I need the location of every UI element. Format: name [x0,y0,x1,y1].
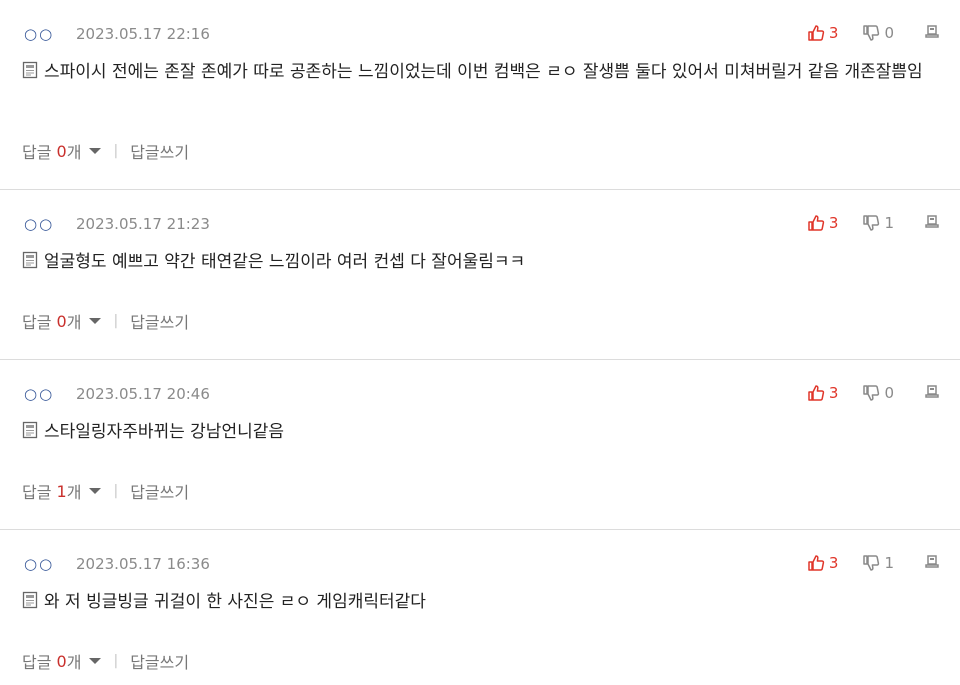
comment-author: ○○ [24,215,55,233]
thumbs-up-icon [807,554,825,572]
comment-meta: ○○ 2023.05.17 21:23 [24,214,210,234]
reply-unit: 개 [66,143,82,162]
report-button[interactable] [924,553,940,573]
dislike-button[interactable]: 0 [862,24,894,42]
write-reply-button[interactable]: 답글쓰기 [130,139,189,163]
reply-toggle[interactable]: 답글 0개 [22,649,102,673]
reply-unit: 개 [66,483,82,502]
report-icon [924,383,940,403]
comment-actions: 3 1 [807,212,940,234]
comment-meta: ○○ 2023.05.17 16:36 [24,554,210,574]
comment-text: 스타일링자주바뀌는 강남언니같음 [44,422,285,442]
like-button[interactable]: 3 [807,384,839,402]
comment-body: 스타일링자주바뀌는 강남언니같음 [22,418,940,448]
comment-footer: 답글 0개 | 답글쓰기 [22,139,189,163]
document-icon [22,250,38,278]
separator: | [113,483,119,499]
caret-down-icon [89,658,102,664]
dislike-button[interactable]: 0 [862,384,894,402]
report-icon [924,553,940,573]
comment-date: 2023.05.17 16:36 [76,555,210,573]
reply-toggle[interactable]: 답글 0개 [22,309,102,333]
report-icon [924,23,940,43]
like-count: 3 [828,214,839,232]
reply-unit: 개 [66,653,82,672]
report-button[interactable] [924,23,940,43]
comment-item: ○○ 2023.05.17 20:46 3 0 스타일링자주바뀌는 강남언니같음 [0,360,960,530]
thumbs-down-icon [862,214,880,232]
dislike-count: 0 [884,384,894,402]
comment-meta: ○○ 2023.05.17 20:46 [24,384,210,404]
comment-list: ○○ 2023.05.17 22:16 3 0 스파이시 전에는 존잘 존예가 … [0,0,960,685]
reply-count: 1 [56,481,67,501]
like-count: 3 [828,554,839,572]
comment-body: 스파이시 전에는 존잘 존예가 따로 공존하는 느낌이었는데 이번 컴백은 ㄹㅇ… [22,58,937,88]
separator: | [113,653,119,669]
reply-count: 0 [56,651,67,671]
thumbs-up-icon [807,214,825,232]
thumbs-down-icon [862,554,880,572]
comment-meta: ○○ 2023.05.17 22:16 [24,24,210,44]
thumbs-up-icon [807,24,825,42]
comment-date: 2023.05.17 21:23 [76,215,210,233]
comment-author: ○○ [24,555,55,573]
reply-count: 0 [56,311,67,331]
comment-item: ○○ 2023.05.17 21:23 3 1 얼굴형도 예쁘고 약간 태연같은… [0,190,960,360]
document-icon [22,60,38,88]
reply-unit: 개 [66,313,82,332]
separator: | [113,143,119,159]
comment-date: 2023.05.17 20:46 [76,385,210,403]
reply-count: 0 [56,141,67,161]
comment-item: ○○ 2023.05.17 16:36 3 1 와 저 빙글빙글 귀걸이 한 사… [0,530,960,685]
comment-actions: 3 1 [807,552,940,574]
like-count: 3 [828,384,839,402]
comment-actions: 3 0 [807,22,940,44]
comment-text: 얼굴형도 예쁘고 약간 태연같은 느낌이라 여러 컨셉 다 잘어울림ㅋㅋ [44,252,526,272]
thumbs-down-icon [862,24,880,42]
like-button[interactable]: 3 [807,554,839,572]
document-icon [22,590,38,618]
caret-down-icon [89,488,102,494]
dislike-count: 1 [884,554,894,572]
dislike-button[interactable]: 1 [862,554,894,572]
document-icon [22,420,38,448]
like-count: 3 [828,24,839,42]
comment-author: ○○ [24,385,55,403]
report-button[interactable] [924,383,940,403]
caret-down-icon [89,318,102,324]
comment-author: ○○ [24,25,55,43]
dislike-count: 1 [884,214,894,232]
like-button[interactable]: 3 [807,24,839,42]
comment-body: 얼굴형도 예쁘고 약간 태연같은 느낌이라 여러 컨셉 다 잘어울림ㅋㅋ [22,248,940,278]
caret-down-icon [89,148,102,154]
comment-footer: 답글 0개 | 답글쓰기 [22,649,189,673]
write-reply-button[interactable]: 답글쓰기 [130,479,189,503]
comment-body: 와 저 빙글빙글 귀걸이 한 사진은 ㄹㅇ 게임캐릭터같다 [22,588,940,618]
comment-actions: 3 0 [807,382,940,404]
report-button[interactable] [924,213,940,233]
comment-footer: 답글 1개 | 답글쓰기 [22,479,189,503]
reply-label: 답글 [22,483,52,502]
like-button[interactable]: 3 [807,214,839,232]
report-icon [924,213,940,233]
reply-label: 답글 [22,313,52,332]
reply-label: 답글 [22,653,52,672]
comment-text: 와 저 빙글빙글 귀걸이 한 사진은 ㄹㅇ 게임캐릭터같다 [44,592,426,612]
comment-text: 스파이시 전에는 존잘 존예가 따로 공존하는 느낌이었는데 이번 컴백은 ㄹㅇ… [44,62,923,82]
thumbs-down-icon [862,384,880,402]
write-reply-button[interactable]: 답글쓰기 [130,649,189,673]
dislike-count: 0 [884,24,894,42]
thumbs-up-icon [807,384,825,402]
comment-date: 2023.05.17 22:16 [76,25,210,43]
comment-item: ○○ 2023.05.17 22:16 3 0 스파이시 전에는 존잘 존예가 … [0,0,960,190]
reply-toggle[interactable]: 답글 0개 [22,139,102,163]
dislike-button[interactable]: 1 [862,214,894,232]
write-reply-button[interactable]: 답글쓰기 [130,309,189,333]
reply-label: 답글 [22,143,52,162]
separator: | [113,313,119,329]
comment-footer: 답글 0개 | 답글쓰기 [22,309,189,333]
reply-toggle[interactable]: 답글 1개 [22,479,102,503]
